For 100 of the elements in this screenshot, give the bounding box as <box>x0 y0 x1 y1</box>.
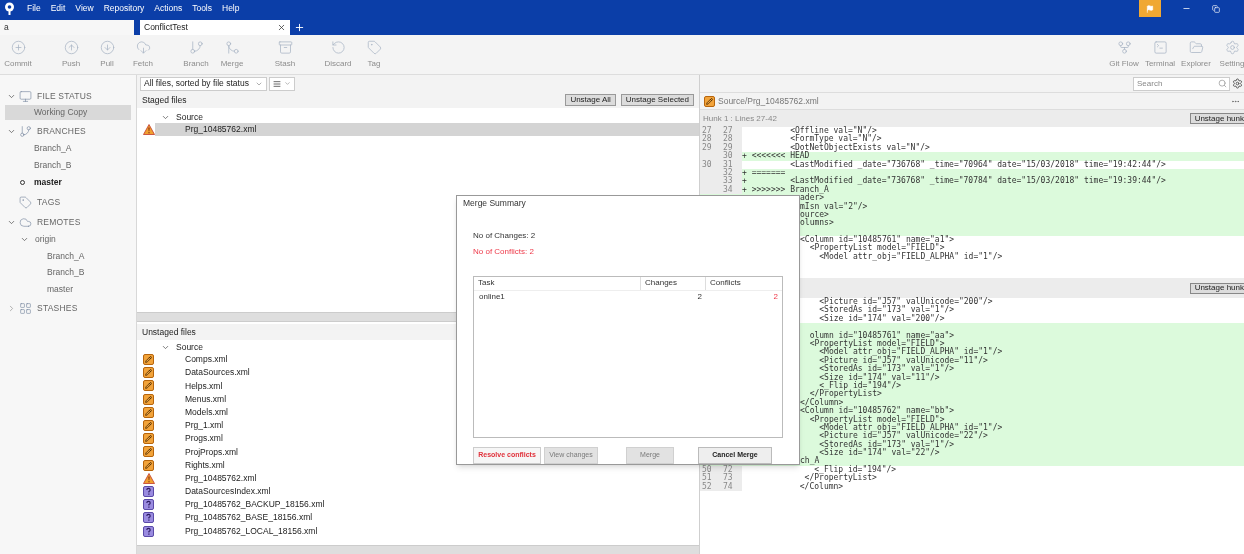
panel-title: Staged files <box>142 93 187 107</box>
code-line: <_Flip id="194"/> <box>819 380 902 390</box>
line-number: 27 <box>723 126 733 135</box>
plus-circle-icon <box>10 39 26 55</box>
file-row[interactable]: DataSourcesIndex.xml <box>155 484 699 499</box>
file-row[interactable]: Prg_10485762.xml <box>155 471 699 485</box>
line-number: 72 <box>723 464 733 474</box>
file-row[interactable]: Prg_10485762_BASE_18156.xml <box>155 511 699 525</box>
unstage-hunk-button[interactable]: Unstage hunk <box>1189 113 1244 124</box>
column-header[interactable]: Changes <box>640 276 705 290</box>
tab[interactable]: a <box>0 20 134 35</box>
table-cell-text: online1 <box>478 290 506 303</box>
branch-icon <box>19 124 32 138</box>
restore-icon[interactable] <box>1212 4 1220 13</box>
fork-icon <box>1116 39 1132 55</box>
file-row[interactable]: Prg_10485762.xml <box>155 123 699 137</box>
code-line: <DotNetObjectExists val="N"/> <box>789 143 930 153</box>
code-line: + ======= <box>742 168 786 178</box>
monitor-icon <box>19 89 32 103</box>
column-header[interactable]: Conflicts <box>705 276 782 290</box>
flag-button[interactable] <box>1139 0 1161 17</box>
code-line: <LastModified _date="736768" _time="70964" date="15/03/2018" time="19:42:44"/> <box>789 160 1166 169</box>
code-line: + >>>>>>> Branch_A <box>742 185 829 194</box>
branch-item[interactable]: Branch_B <box>34 159 72 172</box>
line-number: 52 <box>702 481 712 491</box>
section-header[interactable]: TAGS <box>37 195 61 209</box>
line-number: 28 <box>702 134 712 144</box>
menu-item[interactable]: Repository <box>103 2 145 15</box>
code-line: <StoredAs id="173" val="1"/> <box>818 439 955 449</box>
code-line: ader> <box>800 193 825 203</box>
code-line: <Picture id="J57" valUnicode="22"/> <box>818 431 988 441</box>
horizontal-scrollbar[interactable] <box>137 545 699 554</box>
hunk-header: Hunk 1 : Lines 27-42 <box>703 112 777 125</box>
branch-item[interactable]: Branch_A <box>34 142 72 155</box>
branch-item[interactable]: master <box>34 176 62 189</box>
caret-icon <box>283 80 291 87</box>
tag-icon <box>19 195 32 209</box>
new-tab-icon[interactable] <box>294 22 305 33</box>
search-icon <box>1218 79 1227 88</box>
cloud-icon <box>19 215 32 229</box>
line-number: 30 <box>702 159 712 169</box>
changes-count: No of Changes: 2 <box>473 229 537 242</box>
chevron-down-icon[interactable] <box>20 235 29 244</box>
cloud-download-icon <box>135 39 151 55</box>
section-header[interactable]: REMOTES <box>37 215 81 229</box>
search-field[interactable]: Search <box>1133 76 1230 91</box>
menu-item[interactable]: Edit <box>50 2 66 15</box>
sidebar-item[interactable]: Working Copy <box>5 105 131 120</box>
settings-icon <box>1224 39 1240 55</box>
code-line: <PropertyList model="FIELD"> <box>808 414 945 424</box>
code-line: </PropertyList> <box>804 474 877 483</box>
unstage-button[interactable]: Unstage Selected <box>620 94 694 106</box>
line-number: 27 <box>702 126 712 135</box>
code-line: <Size id="174" val="200"/> <box>818 313 945 323</box>
menu-item[interactable]: File <box>27 2 41 15</box>
remote-branch-item[interactable]: Branch_B <box>47 266 85 280</box>
settings-icon[interactable] <box>1232 78 1243 89</box>
unstage-hunk-button[interactable]: Unstage hunk <box>1189 282 1244 294</box>
unstage-button[interactable]: Unstage All <box>565 94 616 106</box>
line-number: 73 <box>723 473 733 483</box>
code-line: ource> <box>800 209 829 219</box>
section-header[interactable]: FILE STATUS <box>37 89 92 103</box>
section-header[interactable]: STASHES <box>37 302 78 315</box>
code-line: <FormType val="N"/> <box>789 135 882 144</box>
conflicts-count: No of Conflicts: 2 <box>473 245 535 258</box>
file-path: Source/Prg_10485762.xml <box>718 94 819 108</box>
menu-item[interactable]: Actions <box>154 2 183 15</box>
code-line: <PropertyList model="FIELD"> <box>809 243 945 253</box>
file-row[interactable]: Prg_10485762_BACKUP_18156.xml <box>155 498 699 512</box>
code-line: </PropertyList> <box>809 389 882 399</box>
close-icon[interactable] <box>277 23 286 32</box>
remote-item[interactable]: origin <box>35 233 56 246</box>
table-cell-text: 2 <box>772 290 779 303</box>
folder-icon <box>1188 39 1204 55</box>
menu-item[interactable]: Help <box>222 2 240 15</box>
line-number: 30 <box>723 151 733 161</box>
tag-icon <box>366 39 382 55</box>
menu-item[interactable]: View <box>75 2 94 15</box>
line-number: 31 <box>723 159 733 169</box>
section-header[interactable]: BRANCHES <box>37 124 86 138</box>
menu-item[interactable]: Tools <box>192 2 212 15</box>
folder-item[interactable]: Source <box>176 110 203 124</box>
down-arrow-circle-icon <box>99 39 115 55</box>
column-header[interactable]: Task <box>474 276 640 290</box>
filter-dropdown[interactable]: All files, sorted by file status <box>140 76 267 91</box>
code-line: <Offline val="N"/> <box>789 127 877 135</box>
code-line: <Model attr_obj="FIELD_ALPHA" id="1"/> <box>819 347 1003 357</box>
line-number: 74 <box>723 481 733 491</box>
file-row[interactable]: Prg_10485762_LOCAL_18156.xml <box>155 524 699 538</box>
code-line: <Column id="10485761" name="a1"> <box>800 235 955 245</box>
tab[interactable]: ConflictTest <box>140 20 290 35</box>
code-line: <Picture id="J57" valUnicode="11"/> <box>818 355 988 365</box>
remote-branch-item[interactable]: Branch_A <box>47 249 85 263</box>
view-options-dropdown[interactable] <box>268 76 295 91</box>
remote-branch-item[interactable]: master <box>47 282 73 296</box>
folder-item[interactable]: Source <box>176 340 203 354</box>
panel-title: Unstaged files <box>142 325 196 339</box>
line-number: 29 <box>723 142 733 152</box>
code-line: + <LastModified _date="736768" _time="70784" date="15/03/2018" time="19:39:44"/> <box>742 177 1166 186</box>
undo-icon <box>330 39 346 55</box>
